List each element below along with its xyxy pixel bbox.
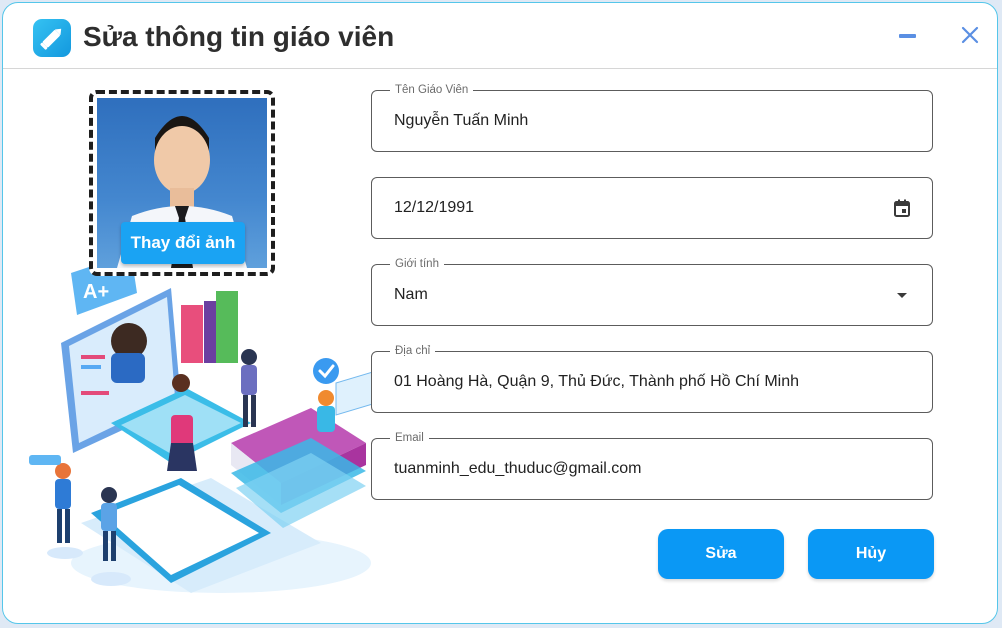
grade-label: A+ — [83, 281, 109, 303]
address-field[interactable]: Địa chỉ 01 Hoàng Hà, Quận 9, Thủ Đức, Th… — [371, 344, 933, 413]
gender-label: Giới tính — [390, 257, 444, 271]
pencil-icon — [40, 28, 62, 50]
gender-select[interactable]: Giới tính Nam — [371, 257, 933, 326]
change-photo-button[interactable]: Thay đổi ảnh — [121, 222, 245, 264]
birthdate-field[interactable]: 12/12/1991 — [371, 177, 933, 239]
dialog-title: Sửa thông tin giáo viên — [83, 21, 395, 52]
app-icon — [33, 19, 71, 57]
calendar-icon[interactable] — [892, 198, 912, 218]
teacher-name-field[interactable]: Tên Giáo Viên Nguyễn Tuấn Minh — [371, 83, 933, 152]
edit-teacher-dialog: Sửa thông tin giáo viên A+ Thay đổi ảnh … — [2, 2, 998, 624]
email-field[interactable]: Email tuanminh_edu_thuduc@gmail.com — [371, 431, 933, 500]
email-value: tuanminh_edu_thuduc@gmail.com — [394, 460, 642, 477]
close-icon — [961, 26, 979, 44]
dropdown-arrow-icon[interactable] — [892, 285, 912, 305]
gender-value: Nam — [394, 286, 428, 303]
education-illustration: A+ — [29, 253, 377, 593]
teacher-name-label: Tên Giáo Viên — [390, 83, 474, 97]
teacher-name-value: Nguyễn Tuấn Minh — [394, 112, 529, 129]
address-value: 01 Hoàng Hà, Quận 9, Thủ Đức, Thành phố … — [394, 373, 800, 390]
cancel-button[interactable]: Hủy — [808, 529, 934, 579]
email-label: Email — [390, 431, 429, 445]
address-label: Địa chỉ — [390, 344, 436, 358]
minimize-icon — [899, 34, 916, 38]
close-button[interactable] — [956, 21, 984, 49]
save-button[interactable]: Sửa — [658, 529, 784, 579]
title-bar: Sửa thông tin giáo viên — [3, 3, 997, 69]
minimize-button[interactable] — [893, 25, 921, 47]
birthdate-value: 12/12/1991 — [394, 199, 475, 216]
